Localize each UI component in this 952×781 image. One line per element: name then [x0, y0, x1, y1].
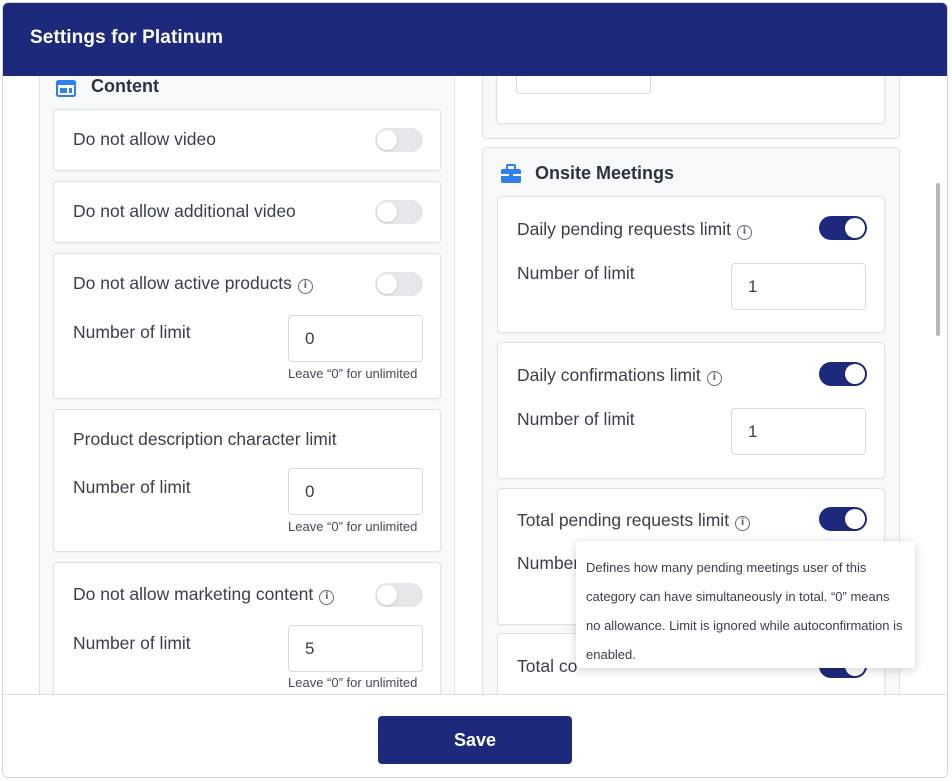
- setting-label-text: Daily pending requests limit: [517, 219, 731, 239]
- no-additional-video-toggle[interactable]: [375, 200, 423, 224]
- modal-title: Settings for Platinum: [30, 27, 224, 48]
- marketing-content-limit-input[interactable]: [288, 625, 423, 672]
- modal-footer: Save: [3, 694, 947, 777]
- toggle-knob: [377, 274, 397, 294]
- window-layout-icon: [56, 80, 76, 97]
- setting-card-no-active-products: Do not allow active products i Number of …: [53, 253, 441, 399]
- setting-label: Daily pending requests limit i: [517, 219, 752, 240]
- setting-label: Do not allow active products i: [73, 273, 313, 294]
- info-tooltip: Defines how many pending meetings user o…: [576, 541, 915, 668]
- no-video-toggle[interactable]: [375, 128, 423, 152]
- daily-confirmations-limit-input[interactable]: [731, 408, 866, 455]
- setting-label: Do not allow marketing content i: [73, 584, 335, 605]
- setting-label-text: Total pending requests limit: [517, 510, 730, 530]
- toggle-knob: [377, 130, 397, 150]
- toggle-knob: [845, 364, 865, 384]
- number-of-limit-label: Number: [517, 553, 580, 573]
- setting-card-daily-pending: Daily pending requests limit i Number of …: [497, 196, 885, 333]
- onsite-meetings-title: Onsite Meetings: [535, 163, 675, 183]
- setting-card-no-video: Do not allow video: [53, 109, 441, 171]
- setting-card-no-marketing-content: Do not allow marketing content i Number o…: [53, 562, 441, 694]
- setting-card-no-additional-video: Do not allow additional video: [53, 181, 441, 243]
- previous-limit-input[interactable]: [516, 76, 651, 94]
- no-active-products-toggle[interactable]: [375, 272, 423, 296]
- info-icon[interactable]: i: [737, 225, 752, 240]
- info-icon[interactable]: i: [735, 516, 751, 531]
- toggle-knob: [845, 218, 865, 238]
- briefcase-icon: [501, 164, 521, 183]
- info-icon[interactable]: i: [319, 590, 335, 605]
- save-button[interactable]: Save: [378, 716, 572, 764]
- modal-header: Settings for Platinum: [3, 3, 947, 76]
- toggle-knob: [845, 509, 865, 529]
- number-of-limit-label: Number of limit: [73, 633, 191, 653]
- unlimited-hint: Leave “0” for unlimited: [288, 519, 418, 534]
- daily-pending-toggle[interactable]: [819, 216, 867, 240]
- toggle-knob: [377, 585, 397, 605]
- setting-label: Total pending requests limit i: [517, 510, 751, 531]
- content-section-title: Content: [91, 76, 159, 96]
- setting-label-text: Do not allow marketing content: [73, 584, 314, 604]
- setting-card-product-description-limit: Product description character limit Numb…: [53, 409, 441, 552]
- setting-label-text: Do not allow active products: [73, 273, 292, 293]
- number-of-limit-label: Number of limit: [517, 409, 635, 429]
- active-products-limit-input[interactable]: [288, 315, 423, 362]
- daily-confirmations-toggle[interactable]: [819, 362, 867, 386]
- no-marketing-content-toggle[interactable]: [375, 583, 423, 607]
- setting-label: Do not allow additional video: [73, 201, 296, 221]
- toggle-knob: [377, 202, 397, 222]
- number-of-limit-label: Number of limit: [73, 322, 191, 342]
- setting-card-daily-confirmations: Daily confirmations limit i Number of lim…: [497, 342, 885, 479]
- setting-label: Total co: [517, 656, 578, 676]
- previous-setting-card: [496, 76, 885, 124]
- number-of-limit-label: Number of limit: [517, 263, 635, 283]
- setting-label: Daily confirmations limit i: [517, 365, 722, 386]
- daily-pending-limit-input[interactable]: [731, 263, 866, 310]
- info-icon[interactable]: i: [297, 279, 313, 294]
- info-icon[interactable]: i: [706, 371, 722, 386]
- setting-label: Product description character limit: [73, 429, 337, 449]
- scrollbar-thumb[interactable]: [936, 183, 940, 336]
- setting-label: Do not allow video: [73, 129, 216, 149]
- unlimited-hint: Leave “0” for unlimited: [288, 366, 418, 381]
- number-of-limit-label: Number of limit: [73, 477, 191, 497]
- setting-label-text: Daily confirmations limit: [517, 365, 701, 385]
- unlimited-hint: Leave “0” for unlimited: [288, 675, 418, 690]
- total-pending-toggle[interactable]: [819, 507, 867, 531]
- description-limit-input[interactable]: [288, 468, 423, 515]
